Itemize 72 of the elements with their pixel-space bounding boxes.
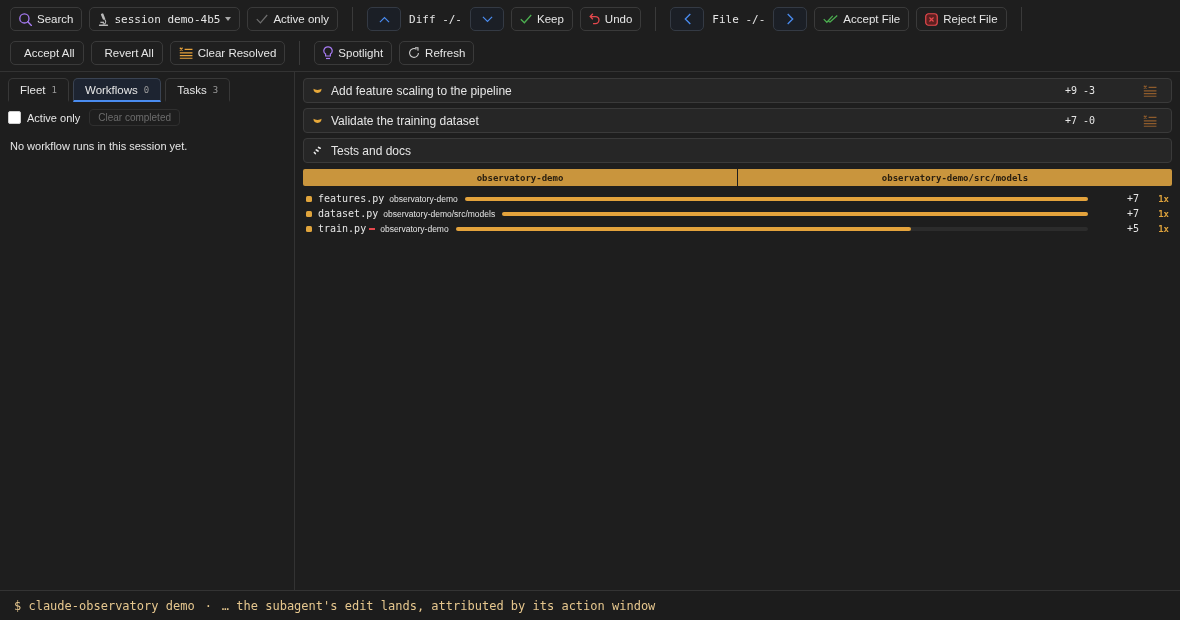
file-name: features.py [318, 193, 385, 204]
undo-button[interactable]: Undo [579, 7, 642, 31]
checkbox[interactable] [8, 111, 21, 124]
position-counter: File -/- [711, 12, 767, 26]
workflow-title: Validate the training dataset [331, 113, 480, 128]
next-file-button[interactable] [773, 7, 808, 31]
active-only-toggle[interactable]: Active only [247, 7, 338, 31]
clear-list-icon [178, 47, 193, 59]
previous-file-button[interactable] [670, 7, 705, 31]
caret-icon [225, 17, 232, 21]
lightbulb-icon [323, 46, 334, 60]
next-diff-button[interactable] [470, 7, 504, 31]
line-count: +5 [1125, 223, 1139, 234]
clear-resolved-button[interactable]: Clear Resolved [169, 41, 286, 65]
refresh-button[interactable]: Refresh [399, 41, 475, 65]
search-icon [19, 12, 32, 26]
workflow-row[interactable]: Add feature scaling to the pipeline +9 -3 [303, 78, 1172, 103]
chevron-down-icon [481, 15, 493, 23]
check-icon [520, 14, 532, 24]
double-check-icon [823, 14, 839, 24]
bullet-icon [306, 210, 312, 217]
workflow-title: Tests and docs [331, 143, 413, 158]
revert-all-button[interactable]: Revert All [90, 41, 163, 65]
bullet-icon [306, 195, 312, 202]
file-path: observatory-demo [380, 223, 449, 234]
tab[interactable]: Workflows 0 [73, 78, 162, 102]
tab[interactable]: Tasks 3 [165, 78, 231, 102]
position-counter: Diff -/- [408, 12, 463, 26]
chevron-up-icon [378, 15, 390, 23]
workflow-row[interactable]: Tests and docs [303, 138, 1172, 163]
diff-stats: +7 -0 [1064, 115, 1095, 126]
search-button[interactable]: Search [10, 7, 83, 31]
previous-diff-button[interactable] [367, 7, 401, 31]
line-count: +7 [1125, 193, 1139, 204]
clear-list-icon[interactable] [1143, 84, 1157, 97]
workflow-row[interactable]: Validate the training dataset +7 -0 [303, 108, 1172, 133]
session-dropdown[interactable]: session demo-4b5 [89, 7, 241, 31]
reject-file-button[interactable]: Reject File [916, 7, 1007, 31]
workflow-title: Add feature scaling to the pipeline [331, 83, 513, 98]
command-text: $ claude-observatory demo [14, 598, 195, 613]
file-path: observatory-demo [389, 193, 458, 204]
multiplier-label: 1x [1157, 223, 1170, 234]
line-count: +7 [1125, 208, 1139, 219]
chevron-left-icon [683, 13, 691, 25]
tab[interactable]: Fleet 1 [8, 78, 69, 102]
file-name: train.py [318, 223, 367, 234]
close-box-icon [925, 12, 939, 26]
spotlight-button[interactable]: Spotlight [314, 41, 393, 65]
spinner-icon [313, 146, 322, 155]
multiplier-label: 1x [1157, 208, 1170, 219]
clear-list-icon[interactable] [1143, 114, 1157, 127]
checkbox-label: Active only [27, 111, 81, 124]
file-name: dataset.py [318, 208, 379, 219]
path-segment: observatory-demo [303, 169, 737, 186]
separator-dot: · [204, 598, 212, 613]
status-message: … the subagent's edit lands, attributed by its action window [221, 598, 656, 613]
keep-button[interactable]: Keep [511, 7, 573, 31]
crescent-icon [313, 87, 322, 94]
accept-file-button[interactable]: Accept File [814, 7, 910, 31]
file-path: observatory-demo/src/models [383, 208, 496, 219]
chevron-right-icon [786, 13, 794, 25]
refresh-icon [408, 47, 421, 59]
check-icon [256, 14, 269, 24]
accept-all-button[interactable]: Accept All [10, 41, 84, 65]
bullet-icon [306, 225, 312, 232]
undo-arrow-icon [588, 13, 600, 25]
path-segment: observatory-demo/src/models [738, 169, 1172, 186]
microscope-icon [98, 12, 110, 26]
multiplier-label: 1x [1157, 193, 1170, 204]
diff-stats: +9 -3 [1064, 85, 1095, 96]
crescent-icon [313, 117, 322, 124]
empty-message: No workflow runs in this session yet. [10, 140, 189, 152]
